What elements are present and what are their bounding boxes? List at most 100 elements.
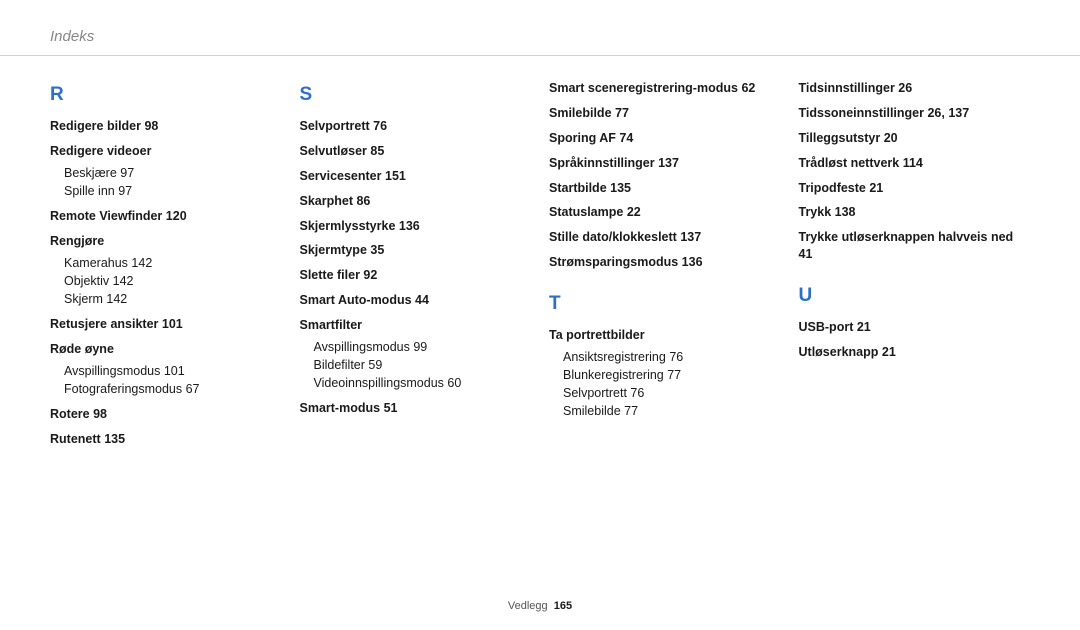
index-entry-page: 20 (884, 131, 898, 145)
index-entry: Startbilde 135 (549, 180, 781, 197)
index-entry: Servicesenter 151 (300, 168, 532, 185)
index-entry: Tidsinnstillinger 26 (799, 80, 1031, 97)
index-subentry: Videoinnspillingsmodus 60 (314, 374, 532, 392)
index-subentry-label: Objektiv (64, 274, 109, 288)
index-entry-label: Trykk (799, 205, 832, 219)
index-entry-page: 98 (93, 407, 107, 421)
index-subentry-page: 76 (669, 350, 683, 364)
index-subentry-label: Skjerm (64, 292, 103, 306)
index-entry: Slette filer 92 (300, 267, 532, 284)
index-group: RengjøreKamerahus 142Objektiv 142Skjerm … (50, 233, 282, 308)
index-subentry-label: Videoinnspillingsmodus (314, 376, 444, 390)
index-subentry: Smilebilde 77 (563, 402, 781, 420)
index-subentry-label: Avspillingsmodus (64, 364, 160, 378)
index-group: Redigere videoerBeskjære 97Spille inn 97 (50, 143, 282, 200)
index-entry-page: 51 (384, 401, 398, 415)
index-entry: Smart Auto-modus 44 (300, 292, 532, 309)
index-entry-label: Smilebilde (549, 106, 612, 120)
index-entry-label: Skjermtype (300, 243, 367, 257)
index-entry: Selvutløser 85 (300, 143, 532, 160)
index-entry-label: Språkinnstillinger (549, 156, 655, 170)
index-entry: Smart sceneregistrering-modus 62 (549, 80, 781, 97)
index-entry-label: Skjermlysstyrke (300, 219, 396, 233)
index-entry-page: 98 (144, 119, 158, 133)
index-column: Smart sceneregistrering-modus 62 Smilebil… (549, 80, 781, 456)
index-subentry: Avspillingsmodus 99 (314, 338, 532, 356)
index-subentry-page: 60 (447, 376, 461, 390)
index-entry-page: 62 (741, 81, 755, 95)
index-entry-label: Selvportrett (300, 119, 370, 133)
index-entry: Utløserknapp 21 (799, 344, 1031, 361)
page-footer: Vedlegg 165 (0, 600, 1080, 612)
index-entry-page: 135 (104, 432, 125, 446)
index-entry-page: 136 (399, 219, 420, 233)
index-entry: Rengjøre (50, 233, 282, 250)
footer-label: Vedlegg (508, 600, 548, 612)
index-subentry-label: Ansiktsregistrering (563, 350, 666, 364)
index-letter: U (799, 285, 1031, 307)
index-group: Røde øyneAvspillingsmodus 101Fotograferi… (50, 341, 282, 398)
index-subentry-page: 142 (113, 274, 134, 288)
index-entry-page: 26, 137 (927, 106, 969, 120)
index-entry-label: Trykke utløserknappen halvveis ned (799, 230, 1014, 244)
index-entry: Språkinnstillinger 137 (549, 155, 781, 172)
index-subentry: Beskjære 97 (64, 164, 282, 182)
index-columns: RRedigere bilder 98Redigere videoerBeskj… (0, 56, 1080, 456)
index-entry-page: 41 (799, 247, 813, 261)
index-subentry: Bildefilter 59 (314, 356, 532, 374)
index-subentry-page: 97 (118, 184, 132, 198)
index-letter: S (300, 84, 532, 106)
index-entry: Retusjere ansikter 101 (50, 316, 282, 333)
index-subentry-label: Bildefilter (314, 358, 365, 372)
index-subentry: Skjerm 142 (64, 290, 282, 308)
index-entry-page: 76 (373, 119, 387, 133)
index-entry: Trykk 138 (799, 204, 1031, 221)
index-entry-page: 101 (162, 317, 183, 331)
index-subentry-label: Beskjære (64, 166, 117, 180)
index-group: Ta portrettbilder Ansiktsregistrering 76 B… (549, 327, 781, 420)
index-subentry-page: 99 (413, 340, 427, 354)
index-entry: Tidssoneinnstillinger 26, 137 (799, 105, 1031, 122)
index-entry-page: 135 (610, 181, 631, 195)
index-entry-label: Trådløst nettverk (799, 156, 900, 170)
index-entry: Trådløst nettverk 114 (799, 155, 1031, 172)
index-subentry-label: Blunkeregistrering (563, 368, 664, 382)
index-entry-page: 86 (356, 194, 370, 208)
index-entry: Skjermlysstyrke 136 (300, 218, 532, 235)
index-entry: Smartfilter (300, 317, 532, 334)
index-column: Tidsinnstillinger 26 Tidssoneinnstillinge… (799, 80, 1031, 456)
index-subentry: Objektiv 142 (64, 272, 282, 290)
index-letter: R (50, 84, 282, 106)
index-subentry-label: Fotograferingsmodus (64, 382, 182, 396)
index-subentry-page: 67 (186, 382, 200, 396)
index-entry-label: Sporing AF (549, 131, 616, 145)
index-entry: Ta portrettbilder (549, 327, 781, 344)
index-subentry-page: 77 (624, 404, 638, 418)
index-entry-label: Utløserknapp (799, 345, 879, 359)
index-entry: Redigere videoer (50, 143, 282, 160)
index-entry-label: Rutenett (50, 432, 101, 446)
index-entry-page: 138 (835, 205, 856, 219)
index-entry-page: 137 (680, 230, 701, 244)
index-subentry-label: Kamerahus (64, 256, 128, 270)
index-entry: Strømsparingsmodus 136 (549, 254, 781, 271)
index-entry-page: 136 (682, 255, 703, 269)
index-entry: Statuslampe 22 (549, 204, 781, 221)
index-entry-label: Slette filer (300, 268, 360, 282)
index-entry-label: Selvutløser (300, 144, 367, 158)
index-entry: Skarphet 86 (300, 193, 532, 210)
index-subentry-label: Smilebilde (563, 404, 621, 418)
index-entry-page: 114 (903, 156, 923, 170)
index-entry-page: 21 (857, 320, 871, 334)
index-subentry-page: 142 (106, 292, 127, 306)
index-entry: Tripodfeste 21 (799, 180, 1031, 197)
index-entry-label: Remote Viewfinder (50, 209, 162, 223)
index-entry-label: Tidssoneinnstillinger (799, 106, 924, 120)
index-entry-page: 77 (615, 106, 629, 120)
index-subentry: Selvportrett 76 (563, 384, 781, 402)
index-entry: USB-port 21 (799, 319, 1031, 336)
index-entry: Selvportrett 76 (300, 118, 532, 135)
index-entry: Smilebilde 77 (549, 105, 781, 122)
index-entry-label: Statuslampe (549, 205, 623, 219)
index-entry-page: 26 (898, 81, 912, 95)
